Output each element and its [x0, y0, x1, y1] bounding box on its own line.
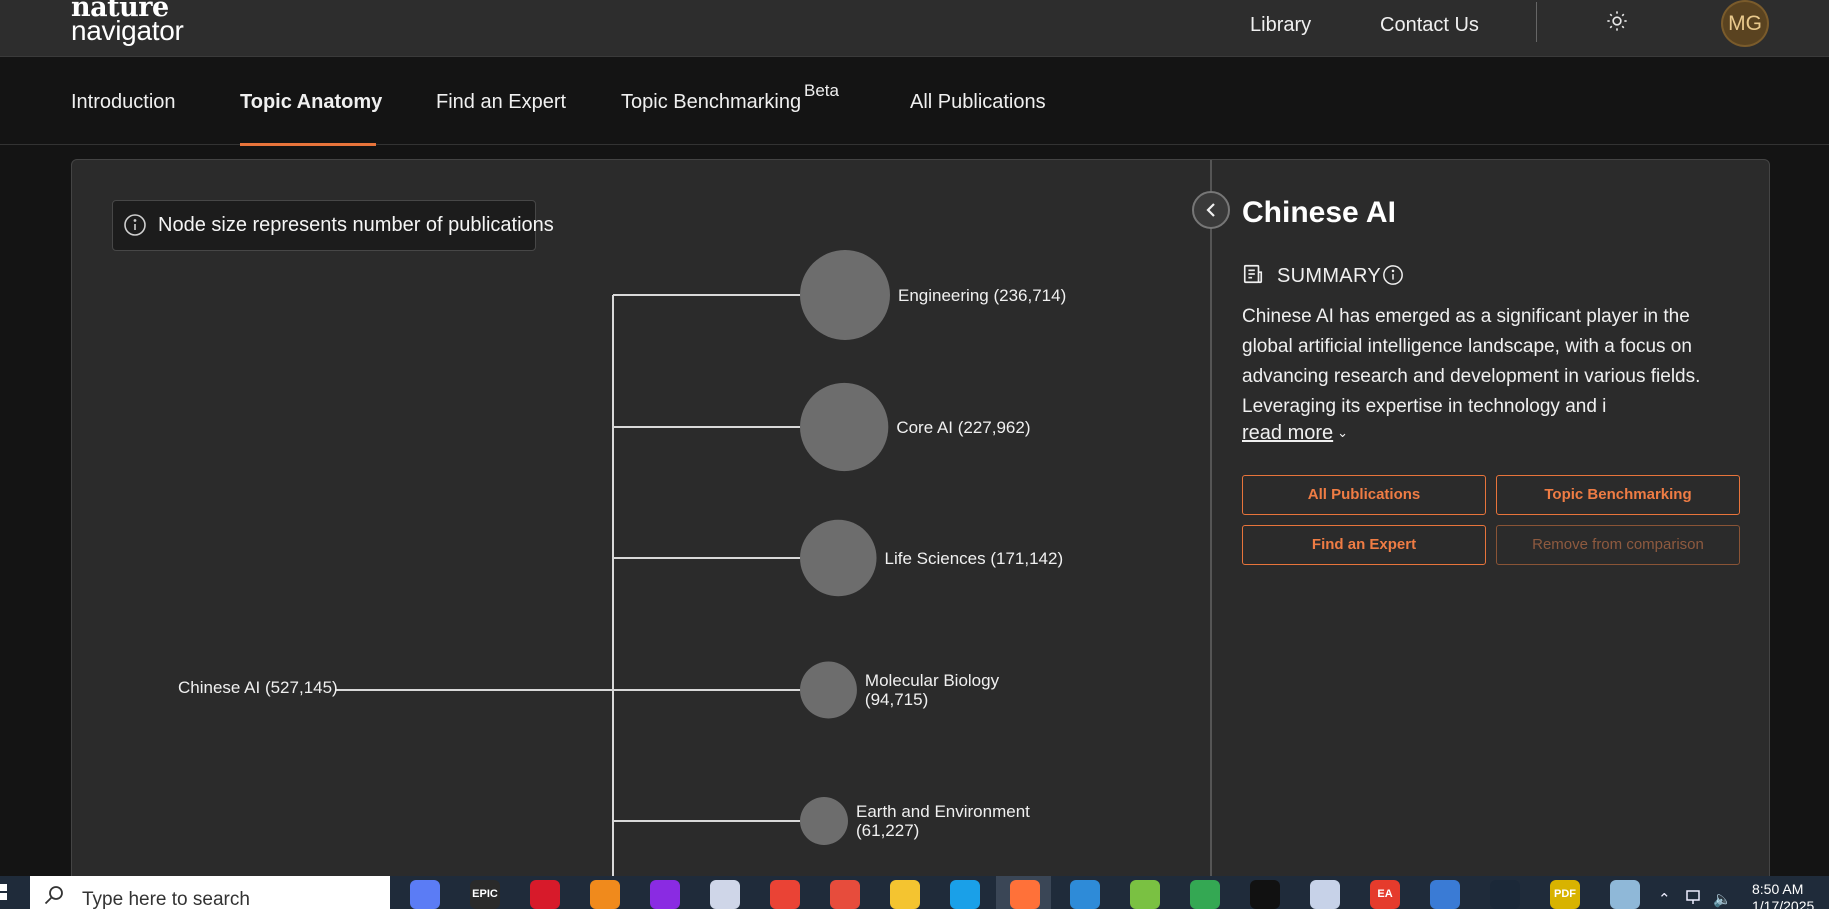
rss-icon[interactable]: [1130, 880, 1160, 909]
read-more-label: read more: [1242, 422, 1334, 444]
game-icon[interactable]: [830, 880, 860, 909]
topic-tree-graph: [335, 250, 890, 909]
contact-us-link[interactable]: Contact Us: [1380, 12, 1479, 38]
app-blue-icon[interactable]: [1430, 880, 1460, 909]
topic-node[interactable]: [800, 519, 877, 597]
volume-icon[interactable]: 🔈: [1713, 890, 1732, 908]
chevron-left-icon: [1206, 203, 1215, 217]
node-size-info-text: Node size represents number of publicati…: [158, 214, 554, 236]
theme-toggle-sun-icon[interactable]: [1606, 10, 1628, 32]
system-clock[interactable]: 8:50 AM 1/17/2025: [1752, 881, 1814, 909]
pdf-icon-label: PDF: [1554, 888, 1576, 900]
pdf-icon[interactable]: PDF: [1550, 880, 1580, 909]
edge-dev-icon[interactable]: [1070, 880, 1100, 909]
read-more-link[interactable]: read more ⌄: [1242, 422, 1348, 445]
chevron-down-icon: ⌄: [1337, 425, 1349, 440]
firefox-icon[interactable]: [1010, 880, 1040, 909]
topic-benchmarking-button[interactable]: Topic Benchmarking: [1496, 475, 1740, 515]
app-note-icon[interactable]: [1610, 880, 1640, 909]
ea-icon-label: EA: [1377, 888, 1393, 900]
topic-node-label[interactable]: Molecular Biology (94,715): [865, 671, 999, 709]
taskbar-search-box[interactable]: Type here to search: [30, 876, 390, 909]
find-an-expert-button[interactable]: Find an Expert: [1242, 525, 1486, 565]
ea-icon[interactable]: EA: [1370, 880, 1400, 909]
summary-text: Chinese AI has emerged as a significant …: [1242, 306, 1701, 417]
file-explorer-icon[interactable]: [890, 880, 920, 909]
steam-icon[interactable]: [1490, 880, 1520, 909]
copilot-icon[interactable]: [410, 880, 440, 909]
tray-chevron-up-icon[interactable]: ⌃: [1658, 890, 1671, 908]
opera-icon[interactable]: [530, 880, 560, 909]
topic-title: Chinese AI: [1242, 196, 1396, 229]
topic-node[interactable]: [800, 661, 857, 719]
summary-label: SUMMARY: [1277, 265, 1381, 287]
topic-node-label[interactable]: Earth and Environment (61,227): [856, 802, 1030, 840]
app-swirl-icon[interactable]: [710, 880, 740, 909]
info-icon: [124, 214, 146, 236]
search-placeholder: Type here to search: [82, 889, 250, 909]
network-icon[interactable]: [1685, 888, 1705, 906]
edge-icon[interactable]: [950, 880, 980, 909]
summary-document-icon: [1243, 264, 1263, 284]
search-icon: [44, 886, 63, 905]
clock-time: 8:50 AM: [1752, 881, 1804, 897]
chrome-icon[interactable]: [1190, 880, 1220, 909]
app-black-icon[interactable]: [1250, 880, 1280, 909]
app-jet-icon[interactable]: [1310, 880, 1340, 909]
topic-node-label-line: Life Sciences (171,142): [884, 548, 1064, 568]
node-size-info-box: Node size represents number of publicati…: [112, 200, 554, 251]
header-divider: [1536, 2, 1537, 42]
root-node-label[interactable]: Chinese AI (527,145): [178, 678, 338, 698]
windows-taskbar: Type here to search EPIC EA PDF ⌃ 🔈 8:50 A…: [0, 876, 1829, 909]
collapse-panel-button[interactable]: [1192, 191, 1230, 229]
topic-node-label[interactable]: Engineering (236,714): [898, 286, 1066, 305]
topic-node-label-line: Engineering (236,714): [898, 285, 1067, 305]
topic-node[interactable]: [800, 250, 890, 340]
epic-games-icon[interactable]: EPIC: [470, 880, 500, 909]
topic-node-label-line: Core AI (227,962): [896, 417, 1031, 437]
remove-from-comparison-button[interactable]: Remove from comparison: [1496, 525, 1740, 565]
topic-node-label[interactable]: Core AI (227,962): [896, 418, 1030, 437]
topic-node-label-line: Molecular Biology: [864, 671, 1000, 690]
all-publications-button[interactable]: All Publications: [1242, 475, 1486, 515]
side-panel-divider: [1210, 160, 1212, 909]
app-orange-icon[interactable]: [590, 880, 620, 909]
app-purple-icon[interactable]: [650, 880, 680, 909]
topic-node-label-line: Earth and Environment: [856, 802, 1030, 821]
topic-node[interactable]: [800, 382, 889, 472]
windows-start-icon[interactable]: [0, 876, 28, 909]
topic-node-label-line: (94,715): [864, 690, 929, 709]
summary-info-icon[interactable]: [1382, 264, 1404, 286]
topic-node-label-line: (61,227): [856, 821, 920, 840]
user-avatar[interactable]: MG: [1721, 0, 1769, 47]
app-colorful-icon[interactable]: [770, 880, 800, 909]
topic-node[interactable]: [800, 797, 848, 845]
topic-node-label[interactable]: Life Sciences (171,142): [885, 549, 1064, 568]
clock-date: 1/17/2025: [1752, 898, 1815, 909]
library-link[interactable]: Library: [1250, 12, 1311, 38]
epic-games-icon-label: EPIC: [472, 888, 498, 900]
